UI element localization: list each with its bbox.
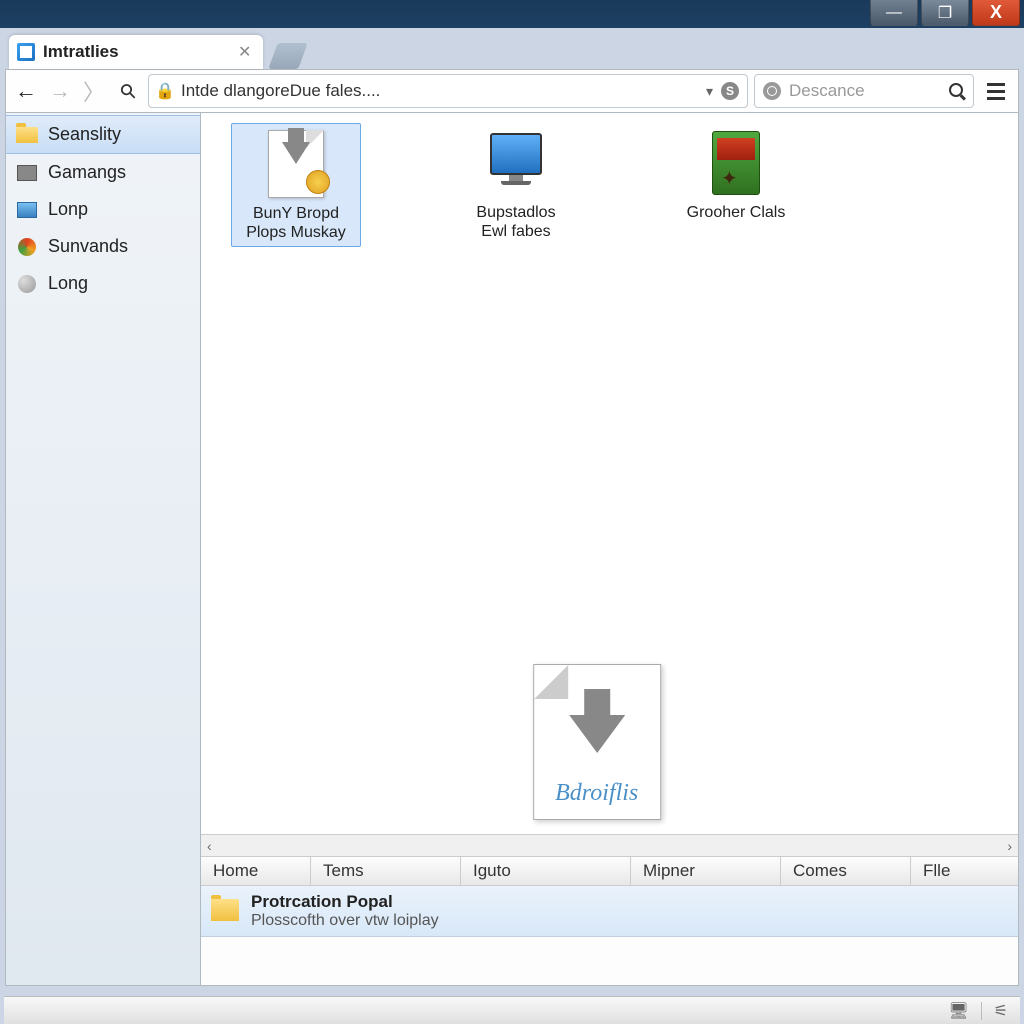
tab-strip: Imtratlies ✕ (5, 33, 1019, 69)
sidebar-item-lonp[interactable]: Lonp (6, 191, 200, 228)
scroll-left-icon[interactable]: ‹ (207, 838, 212, 854)
large-icon-label: Bdroiflis (534, 780, 660, 807)
forward-alt-button[interactable]: 〉 (80, 77, 108, 105)
sidebar-item-sunvands[interactable]: Sunvands (6, 228, 200, 265)
details-column-header: Home Tems Iguto Mipner Comes Flle (201, 856, 1018, 886)
address-bar[interactable]: 🔒 Intde dlangoreDue fales.... ▾ S (148, 74, 748, 108)
sidebar-item-seanslity[interactable]: Seanslity (6, 115, 200, 154)
search-icon[interactable] (949, 83, 965, 99)
file-item-grooher-clals[interactable]: ✦ Grooher Clals (671, 123, 801, 226)
details-subtitle: Plosscofth over vtw loiplay (251, 912, 439, 930)
game-box-icon: ✦ (700, 127, 772, 199)
column-home[interactable]: Home (201, 857, 311, 885)
orb-icon (16, 237, 38, 257)
minimize-button[interactable]: — (870, 0, 918, 26)
browser-tab[interactable]: Imtratlies ✕ (9, 35, 263, 69)
disk-icon (16, 200, 38, 220)
tab-title: Imtratlies (43, 42, 228, 62)
status-monitor-icon[interactable]: 🖥 (948, 1001, 968, 1021)
disk-icon (16, 163, 38, 183)
navigation-toolbar: ← → 〉 ⚲ 🔒 Intde dlangoreDue fales.... ▾ … (5, 69, 1019, 113)
column-mipner[interactable]: Mipner (631, 857, 781, 885)
orb-icon (16, 274, 38, 294)
search-bar[interactable]: Descance (754, 74, 974, 108)
hamburger-menu-button[interactable] (980, 75, 1012, 107)
status-battery-icon[interactable]: ⚟ (994, 1001, 1008, 1021)
file-label: BunY Bropd Plops Muskay (246, 204, 346, 242)
lock-icon: 🔒 (157, 83, 173, 99)
window-frame: Imtratlies ✕ ← → 〉 ⚲ 🔒 Intde dlangoreDue… (0, 28, 1024, 1024)
icon-grid[interactable]: BunY Bropd Plops Muskay Bupstadlos (201, 113, 1018, 834)
details-title: Protrcation Popal (251, 892, 439, 912)
folder-icon (211, 899, 241, 923)
column-tems[interactable]: Tems (311, 857, 461, 885)
column-flle[interactable]: Flle (911, 857, 1018, 885)
search-placeholder: Descance (789, 81, 941, 101)
window-controls: — ❐ X (870, 0, 1020, 26)
file-label: Grooher Clals (687, 203, 786, 222)
scroll-right-icon[interactable]: › (1007, 838, 1012, 854)
column-iguto[interactable]: Iguto (461, 857, 631, 885)
globe-icon (763, 82, 781, 100)
address-text: Intde dlangoreDue fales.... (181, 81, 698, 101)
new-tab-button[interactable] (269, 43, 308, 69)
main-area: Seanslity Gamangs Lonp Sunvands Long (5, 113, 1019, 986)
folder-icon (16, 125, 38, 145)
key-icon[interactable]: ⚲ (114, 77, 142, 105)
sidebar-item-label: Long (48, 273, 88, 294)
details-row[interactable]: Protrcation Popal Plosscofth over vtw lo… (201, 886, 1018, 937)
maximize-button[interactable]: ❐ (921, 0, 969, 26)
large-download-icon[interactable]: Bdroiflis (533, 664, 661, 820)
forward-button[interactable]: → (46, 77, 74, 105)
sidebar-item-long[interactable]: Long (6, 265, 200, 302)
sidebar: Seanslity Gamangs Lonp Sunvands Long (6, 113, 201, 985)
content-pane: BunY Bropd Plops Muskay Bupstadlos (201, 113, 1018, 985)
stop-reload-icon[interactable]: S (721, 82, 739, 100)
sidebar-item-gamangs[interactable]: Gamangs (6, 154, 200, 191)
file-item-bupstadlos[interactable]: Bupstadlos Ewl fabes (451, 123, 581, 245)
back-button[interactable]: ← (12, 77, 40, 105)
close-button[interactable]: X (972, 0, 1020, 26)
sidebar-item-label: Lonp (48, 199, 88, 220)
file-item-buny-bropd[interactable]: BunY Bropd Plops Muskay (231, 123, 361, 247)
file-label: Bupstadlos Ewl fabes (476, 203, 555, 241)
sidebar-item-label: Seanslity (48, 124, 121, 145)
monitor-icon (480, 127, 552, 199)
tab-favicon-icon (17, 43, 35, 61)
address-dropdown-icon[interactable]: ▾ (706, 83, 713, 100)
download-file-icon (260, 128, 332, 200)
details-empty-area (201, 937, 1018, 985)
sidebar-item-label: Gamangs (48, 162, 126, 183)
status-bar: 🖥 ⚟ (4, 996, 1020, 1024)
sidebar-item-label: Sunvands (48, 236, 128, 257)
column-comes[interactable]: Comes (781, 857, 911, 885)
tab-close-icon[interactable]: ✕ (236, 42, 253, 62)
horizontal-scrollbar[interactable]: ‹ › (201, 834, 1018, 856)
